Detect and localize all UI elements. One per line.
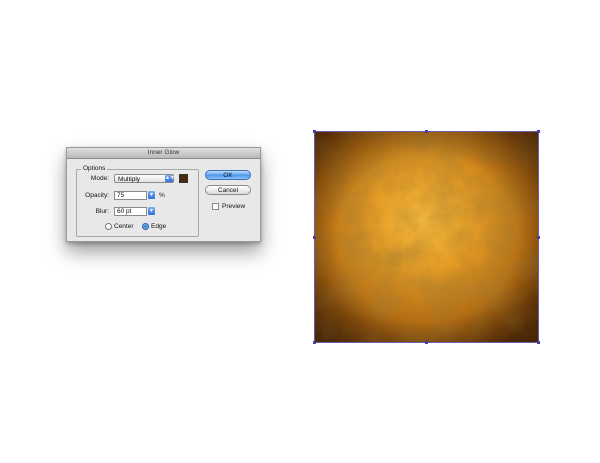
blur-label: Blur: (95, 208, 109, 215)
artwork-texture (315, 132, 538, 342)
selection-handle[interactable] (313, 341, 316, 344)
center-radio[interactable] (105, 223, 112, 230)
opacity-input[interactable]: 75 (114, 191, 147, 200)
blur-input[interactable]: 60 pt (114, 207, 147, 216)
selection-handle[interactable] (425, 130, 428, 133)
select-arrows-icon: ▲▼ (165, 175, 175, 182)
artwork-square[interactable] (314, 131, 539, 343)
edge-radio-label: Edge (151, 223, 167, 230)
selection-handle[interactable] (313, 130, 316, 133)
selection-handle[interactable] (313, 236, 316, 239)
edge-radio[interactable] (142, 223, 149, 230)
preview-checkbox[interactable] (212, 203, 219, 210)
ok-button[interactable]: OK (205, 170, 251, 180)
opacity-unit: % (159, 192, 165, 199)
selection-handle[interactable] (537, 130, 540, 133)
glow-color-swatch[interactable] (179, 174, 188, 183)
selection-handle[interactable] (537, 341, 540, 344)
opacity-label: Opacity: (85, 192, 109, 199)
cancel-button[interactable]: Cancel (205, 185, 251, 195)
opacity-dropdown-icon[interactable]: ▼ (148, 191, 155, 199)
preview-label: Preview (222, 203, 246, 210)
inner-glow-dialog: Inner Glow Options Mode: Multiply ▲▼ Opa… (66, 147, 261, 242)
dialog-title: Inner Glow (67, 148, 260, 159)
mode-select[interactable]: Multiply ▲▼ (114, 174, 175, 183)
selection-handle[interactable] (537, 236, 540, 239)
mode-select-value: Multiply (118, 176, 141, 183)
mode-label: Mode: (90, 175, 109, 182)
selection-handle[interactable] (425, 341, 428, 344)
center-radio-label: Center (114, 223, 134, 230)
options-legend: Options (81, 165, 108, 172)
blur-dropdown-icon[interactable]: ▼ (148, 207, 155, 215)
